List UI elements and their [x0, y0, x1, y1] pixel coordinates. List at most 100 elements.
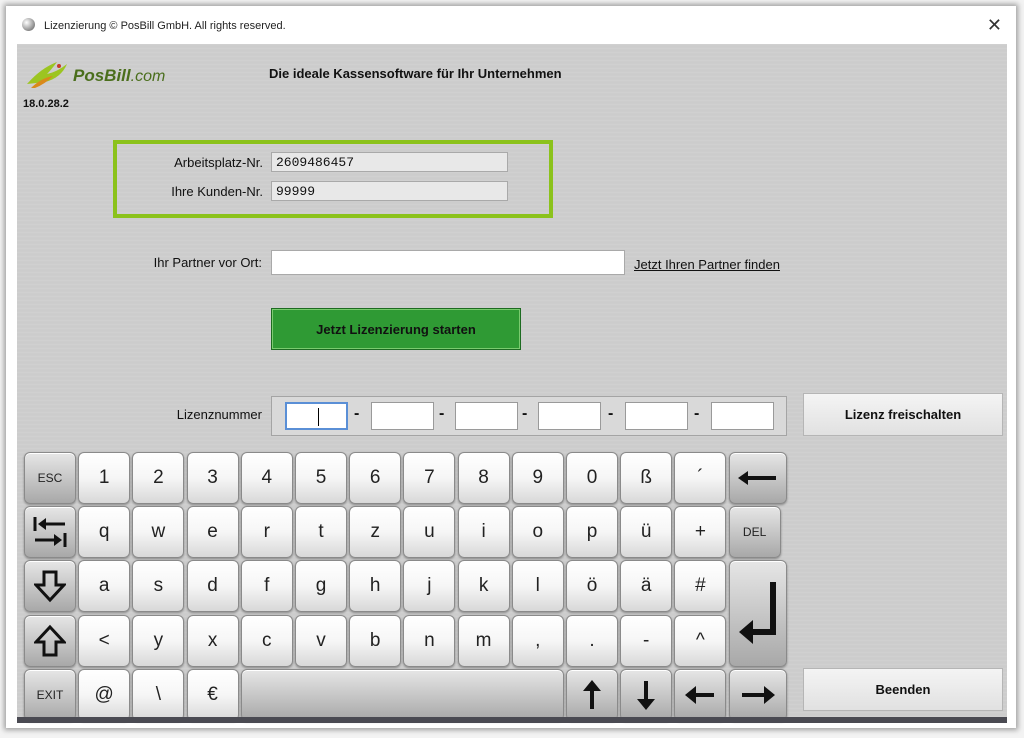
- key-1[interactable]: 1: [78, 452, 131, 504]
- key-u[interactable]: u: [403, 506, 456, 559]
- key-backspace[interactable]: [728, 452, 787, 504]
- key-euro[interactable]: €: [186, 668, 239, 721]
- key-plus[interactable]: +: [674, 506, 727, 559]
- license-part-4[interactable]: [538, 402, 601, 430]
- key-label: x: [207, 629, 218, 651]
- key-minus[interactable]: -: [620, 614, 673, 667]
- key-8[interactable]: 8: [457, 452, 510, 504]
- key-label: 1: [98, 467, 110, 488]
- key-q[interactable]: q: [78, 506, 131, 559]
- key-exit[interactable]: EXIT: [24, 668, 76, 721]
- license-part-2[interactable]: [371, 402, 434, 430]
- close-icon[interactable]: ✕: [987, 15, 1002, 36]
- key-g[interactable]: g: [295, 560, 347, 613]
- find-partner-link[interactable]: Jetzt Ihren Partner finden: [634, 257, 780, 272]
- exit-button[interactable]: Beenden: [803, 668, 1003, 711]
- posbill-logo: PosBill.com: [23, 54, 173, 94]
- license-separator: -: [522, 405, 528, 422]
- key-arrow-up[interactable]: [566, 668, 618, 721]
- key-shift[interactable]: [24, 614, 76, 667]
- key-m[interactable]: m: [457, 614, 510, 667]
- key-7[interactable]: 7: [403, 452, 456, 504]
- key-tab[interactable]: [24, 506, 76, 559]
- key-t[interactable]: t: [295, 506, 347, 559]
- key-label: l: [535, 575, 540, 597]
- arrow-left-icon: [684, 683, 716, 707]
- key-9[interactable]: 9: [511, 452, 564, 504]
- key-p[interactable]: p: [566, 506, 618, 559]
- key-caret[interactable]: ^: [674, 614, 727, 667]
- key-label: ö: [586, 575, 598, 597]
- key-5[interactable]: 5: [295, 452, 347, 504]
- key-0[interactable]: 0: [566, 452, 618, 504]
- key-v[interactable]: v: [295, 614, 347, 667]
- key-acute[interactable]: ´: [674, 452, 727, 504]
- key-w[interactable]: w: [132, 506, 185, 559]
- key-label: €: [207, 683, 218, 705]
- key-label: EXIT: [36, 687, 64, 702]
- key-del[interactable]: DEL: [728, 506, 781, 559]
- key-label: 9: [532, 467, 544, 488]
- key-less-than[interactable]: <: [78, 614, 131, 667]
- key-label: 2: [153, 467, 164, 488]
- key-arrow-down[interactable]: [620, 668, 673, 721]
- partner-label: Ihr Partner vor Ort:: [153, 255, 262, 270]
- key-comma[interactable]: ,: [511, 614, 564, 667]
- key-a-umlaut[interactable]: ä: [620, 560, 673, 613]
- key-space[interactable]: [240, 668, 564, 721]
- key-hash[interactable]: #: [674, 560, 727, 613]
- unlock-license-button[interactable]: Lizenz freischalten: [803, 393, 1003, 436]
- key-label: k: [478, 575, 489, 597]
- key-esc[interactable]: ESC: [24, 452, 76, 504]
- key-backslash[interactable]: \: [132, 668, 185, 721]
- key-label: -: [643, 629, 650, 651]
- key-eszett[interactable]: ß: [620, 452, 673, 504]
- key-2[interactable]: 2: [132, 452, 185, 504]
- key-y[interactable]: y: [132, 614, 185, 667]
- key-label: @: [94, 683, 114, 705]
- key-capslock[interactable]: [24, 560, 76, 613]
- key-label: o: [532, 521, 544, 543]
- key-i[interactable]: i: [457, 506, 510, 559]
- license-part-1[interactable]: [285, 402, 348, 430]
- key-f[interactable]: f: [240, 560, 293, 613]
- key-label: f: [264, 575, 270, 597]
- key-b[interactable]: b: [349, 614, 402, 667]
- backspace-arrow-icon: [737, 468, 778, 488]
- key-d[interactable]: d: [186, 560, 239, 613]
- license-part-6[interactable]: [711, 402, 774, 430]
- key-u-umlaut[interactable]: ü: [620, 506, 673, 559]
- key-k[interactable]: k: [457, 560, 510, 613]
- logo-text: PosBill.com: [73, 66, 166, 85]
- key-label: ,: [535, 629, 541, 651]
- key-c[interactable]: c: [240, 614, 293, 667]
- key-x[interactable]: x: [186, 614, 239, 667]
- key-e[interactable]: e: [186, 506, 239, 559]
- license-part-3[interactable]: [455, 402, 518, 430]
- start-licensing-button[interactable]: Jetzt Lizenzierung starten: [271, 308, 521, 350]
- key-a[interactable]: a: [78, 560, 131, 613]
- partner-input[interactable]: [271, 250, 625, 275]
- key-o[interactable]: o: [511, 506, 564, 559]
- key-o-umlaut[interactable]: ö: [566, 560, 618, 613]
- key-enter[interactable]: [728, 560, 787, 667]
- key-3[interactable]: 3: [186, 452, 239, 504]
- key-period[interactable]: .: [566, 614, 618, 667]
- key-label: ^: [695, 629, 705, 651]
- key-j[interactable]: j: [403, 560, 456, 613]
- key-4[interactable]: 4: [240, 452, 293, 504]
- key-6[interactable]: 6: [349, 452, 402, 504]
- key-n[interactable]: n: [403, 614, 456, 667]
- license-separator: -: [694, 405, 700, 422]
- window-title: Lizenzierung © PosBill GmbH. All rights …: [44, 20, 286, 32]
- key-z[interactable]: z: [349, 506, 402, 559]
- key-s[interactable]: s: [132, 560, 185, 613]
- key-l[interactable]: l: [511, 560, 564, 613]
- key-h[interactable]: h: [349, 560, 402, 613]
- key-arrow-right[interactable]: [728, 668, 787, 721]
- key-label: 7: [424, 467, 435, 488]
- key-r[interactable]: r: [240, 506, 293, 559]
- key-at[interactable]: @: [78, 668, 131, 721]
- key-arrow-left[interactable]: [674, 668, 727, 721]
- license-part-5[interactable]: [625, 402, 688, 430]
